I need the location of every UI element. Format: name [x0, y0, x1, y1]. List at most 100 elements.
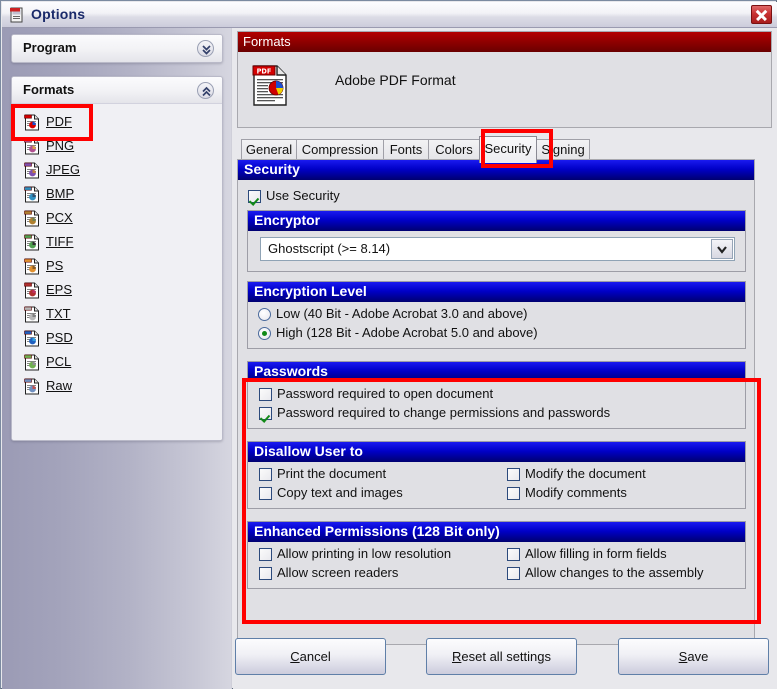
svg-text:PDF: PDF [257, 67, 272, 75]
tab-label: Signing [541, 142, 585, 157]
format-item-label: TIFF [46, 234, 74, 249]
security-group-title: Security [238, 160, 754, 180]
tab-label: Colors [435, 142, 473, 157]
disallow-print-label[interactable]: Print the document [277, 466, 386, 481]
disallow-copy-label[interactable]: Copy text and images [277, 485, 403, 500]
tab-fonts[interactable]: Fonts [383, 139, 429, 160]
cancel-button-label: Cancel [290, 649, 331, 664]
chevron-double-down-icon[interactable] [197, 40, 214, 57]
sidebar-panel-formats-header[interactable]: Formats [12, 77, 222, 104]
passwords-group-title-label: Passwords [254, 363, 328, 379]
save-button[interactable]: Save [618, 638, 769, 675]
password-open-checkbox[interactable] [259, 388, 272, 401]
encryption-level-radio-high[interactable] [258, 327, 271, 340]
encryption-level-group-title-label: Encryption Level [254, 283, 367, 299]
encryption-level-label-high[interactable]: High (128 Bit - Adobe Acrobat 5.0 and ab… [276, 325, 538, 340]
allow-assembly-changes-label[interactable]: Allow changes to the assembly [525, 565, 703, 580]
encryption-level-label-low[interactable]: Low (40 Bit - Adobe Acrobat 3.0 and abov… [276, 306, 528, 321]
window-options-icon [10, 7, 23, 23]
password-permissions-label[interactable]: Password required to change permissions … [277, 405, 610, 420]
passwords-group-title: Passwords [248, 362, 745, 382]
use-security-label[interactable]: Use Security [266, 188, 340, 203]
encryption-level-group: Encryption Level Low (40 Bit - Adobe Acr… [247, 281, 746, 349]
disallow-group-title: Disallow User to [248, 442, 745, 462]
disallow-group-title-label: Disallow User to [254, 443, 363, 459]
format-item-label: PNG [46, 138, 75, 153]
enhanced-permissions-group: Enhanced Permissions (128 Bit only) Allo… [247, 521, 746, 589]
passwords-group: Passwords Password required to open docu… [247, 361, 746, 429]
disallow-modify-comments-checkbox[interactable] [507, 487, 520, 500]
format-info-group-title: Formats [238, 32, 771, 52]
cancel-mnemonic: C [290, 649, 300, 664]
file-png-icon [24, 138, 39, 155]
file-ps-icon [24, 258, 39, 275]
format-item-label: PCX [46, 210, 73, 225]
format-item-label: PCL [46, 354, 72, 369]
format-item-label: EPS [46, 282, 73, 297]
tab-general[interactable]: General [241, 139, 297, 160]
file-pcl-icon [24, 354, 39, 371]
chevron-double-up-icon[interactable] [197, 82, 214, 99]
encryption-level-group-title: Encryption Level [248, 282, 745, 302]
close-icon[interactable] [751, 5, 772, 24]
tab-label: Compression [301, 142, 379, 157]
disallow-group: Disallow User to Print the document Copy… [247, 441, 746, 509]
sidebar-panel-formats[interactable]: Formats PDF PNG JPEG BMP PCX TIFF PS EPS TXT PSD P… [11, 76, 223, 441]
disallow-copy-checkbox[interactable] [259, 487, 272, 500]
format-info-group-title-label: Formats [243, 34, 291, 49]
format-item-label: JPEG [46, 162, 80, 177]
tab-bar: General Compression Fonts Colors Security Sig… [237, 136, 773, 163]
allow-assembly-changes-checkbox[interactable] [507, 567, 520, 580]
content-pane: Formats PDF Adobe PDF Format General Com… [233, 28, 777, 689]
allow-low-res-printing-label[interactable]: Allow printing in low resolution [277, 546, 451, 561]
title-bar: Options [2, 2, 777, 28]
allow-form-fields-checkbox[interactable] [507, 548, 520, 561]
format-item-label: BMP [46, 186, 75, 201]
cancel-button[interactable]: Cancel [235, 638, 386, 675]
enhanced-permissions-group-title: Enhanced Permissions (128 Bit only) [248, 522, 745, 542]
encryptor-select[interactable]: Ghostscript (>= 8.14) [260, 237, 735, 261]
chevron-down-icon[interactable] [711, 239, 733, 259]
file-jpeg-icon [24, 162, 39, 179]
file-bmp-icon [24, 186, 39, 203]
encryption-level-radio-low[interactable] [258, 308, 271, 321]
allow-low-res-printing-checkbox[interactable] [259, 548, 272, 561]
tab-colors[interactable]: Colors [428, 139, 480, 160]
format-item-label: PSD [46, 330, 73, 345]
allow-screen-readers-label[interactable]: Allow screen readers [277, 565, 398, 580]
disallow-modify-document-label[interactable]: Modify the document [525, 466, 646, 481]
reset-button-label: Reset all settings [452, 649, 551, 664]
format-info-group: Formats PDF Adobe PDF Format [237, 31, 772, 128]
format-list: PDF PNG JPEG BMP PCX TIFF PS EPS TXT PSD PCL Raw [12, 104, 222, 440]
disallow-modify-document-checkbox[interactable] [507, 468, 520, 481]
tab-signing[interactable]: Signing [536, 139, 590, 160]
tab-compression[interactable]: Compression [296, 139, 384, 160]
sidebar-panel-program-header[interactable]: Program [12, 35, 222, 62]
use-security-checkbox[interactable] [248, 190, 261, 203]
save-button-label: Save [678, 649, 709, 664]
reset-mnemonic: R [452, 649, 462, 664]
reset-all-settings-button[interactable]: Reset all settings [426, 638, 577, 675]
tab-label: General [245, 142, 293, 157]
tab-security[interactable]: Security [479, 136, 537, 163]
password-open-label[interactable]: Password required to open document [277, 386, 493, 401]
file-psd-icon [24, 330, 39, 347]
security-group: Security Use Security Encryptor Ghostscr… [237, 159, 755, 645]
password-permissions-checkbox[interactable] [259, 407, 272, 420]
file-txt-icon [24, 306, 39, 323]
file-pdf-icon [24, 114, 39, 131]
disallow-print-checkbox[interactable] [259, 468, 272, 481]
security-group-title-label: Security [244, 161, 301, 177]
sidebar: Program Formats PDF PNG JPEG BMP PCX TIF… [2, 28, 232, 689]
sidebar-panel-program-label: Program [23, 40, 77, 55]
format-item-label: PS [46, 258, 64, 273]
file-raw-icon [24, 378, 39, 395]
sidebar-panel-program[interactable]: Program [11, 34, 223, 63]
sidebar-panel-formats-label: Formats [23, 82, 75, 97]
encryptor-group: Encryptor Ghostscript (>= 8.14) [247, 210, 746, 272]
allow-form-fields-label[interactable]: Allow filling in form fields [525, 546, 667, 561]
allow-screen-readers-checkbox[interactable] [259, 567, 272, 580]
disallow-modify-comments-label[interactable]: Modify comments [525, 485, 627, 500]
encryptor-group-title: Encryptor [248, 211, 745, 231]
encryptor-select-value: Ghostscript (>= 8.14) [268, 241, 391, 256]
